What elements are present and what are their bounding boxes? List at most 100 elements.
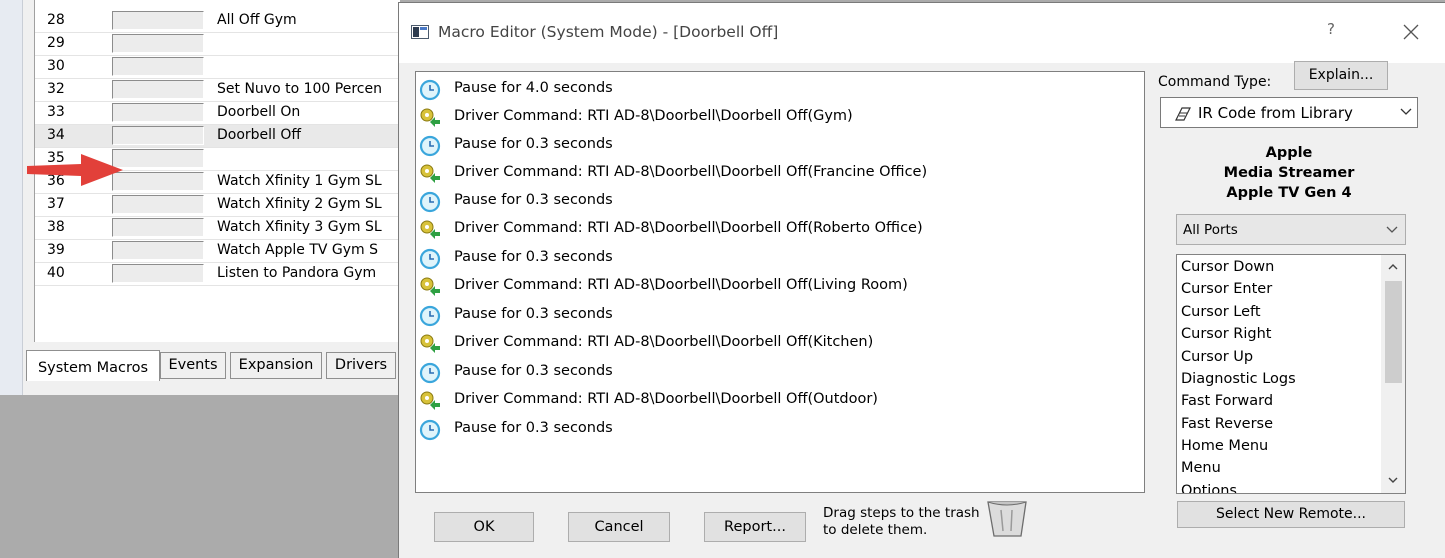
clock-icon <box>419 362 441 384</box>
macro-editor-dialog: Macro Editor (System Mode) - [Doorbell O… <box>398 2 1445 558</box>
macro-number: 40 <box>47 265 65 281</box>
chevron-down-icon <box>1386 226 1398 233</box>
clock-icon <box>419 248 441 270</box>
cancel-button[interactable]: Cancel <box>568 512 670 542</box>
macro-button-cell[interactable] <box>112 11 204 30</box>
command-item[interactable]: Cursor Down <box>1181 259 1274 275</box>
step-text: Driver Command: RTI AD-8\Doorbell\Doorbe… <box>454 391 878 407</box>
macro-row-selected[interactable]: 34 Doorbell Off <box>35 125 400 148</box>
macro-name: Watch Xfinity 3 Gym SL <box>217 219 382 235</box>
step-text: Driver Command: RTI AD-8\Doorbell\Doorbe… <box>454 277 908 293</box>
ports-value: All Ports <box>1183 222 1238 238</box>
macro-row[interactable]: 32 Set Nuvo to 100 Percen <box>35 79 400 102</box>
scrollbar-thumb[interactable] <box>1385 281 1402 383</box>
report-button[interactable]: Report... <box>704 512 806 542</box>
macro-button-cell[interactable] <box>112 126 204 145</box>
red-arrow-icon <box>27 154 123 186</box>
macro-name: All Off Gym <box>217 12 297 28</box>
command-item[interactable]: Cursor Enter <box>1181 281 1272 297</box>
step-text: Pause for 0.3 seconds <box>454 420 613 436</box>
tab-expansion[interactable]: Expansion <box>230 352 322 379</box>
command-item[interactable]: Home Menu <box>1181 438 1268 454</box>
macro-row[interactable]: 38 Watch Xfinity 3 Gym SL <box>35 217 400 240</box>
command-item[interactable]: Cursor Right <box>1181 326 1271 342</box>
driver-command-icon <box>420 108 440 127</box>
driver-command-icon <box>420 164 440 183</box>
clock-icon <box>419 305 441 327</box>
system-macros-window: 28 All Off Gym 29 30 32 Set Nuvo to 100 … <box>0 0 400 395</box>
macro-button-cell[interactable] <box>112 172 204 191</box>
macro-number: 38 <box>47 219 65 235</box>
dialog-titlebar[interactable]: Macro Editor (System Mode) - [Doorbell O… <box>399 3 1445 63</box>
device-category: Media Streamer <box>1223 165 1355 181</box>
macro-row[interactable]: 39 Watch Apple TV Gym S <box>35 240 400 263</box>
macro-button-cell[interactable] <box>112 218 204 237</box>
macro-name: Doorbell On <box>217 104 301 120</box>
chevron-down-icon <box>1400 108 1412 115</box>
clock-icon <box>419 191 441 213</box>
command-type-select[interactable]: IR Code from Library <box>1160 97 1418 128</box>
macro-number: 33 <box>47 104 65 120</box>
step-text: Pause for 0.3 seconds <box>454 192 613 208</box>
macro-number: 29 <box>47 35 65 51</box>
dialog-title: Macro Editor (System Mode) - [Doorbell O… <box>438 23 779 41</box>
driver-command-icon <box>420 220 440 239</box>
step-text: Pause for 0.3 seconds <box>454 363 613 379</box>
macro-number: 32 <box>47 81 65 97</box>
command-item[interactable]: Cursor Up <box>1181 349 1253 365</box>
macro-steps-list[interactable]: Pause for 4.0 seconds Driver Command: RT… <box>415 71 1145 493</box>
command-item[interactable]: Menu <box>1181 460 1221 476</box>
macro-row[interactable]: 40 Listen to Pandora Gym <box>35 263 400 286</box>
macro-button-cell[interactable] <box>112 241 204 260</box>
macro-name: Doorbell Off <box>217 127 302 143</box>
macro-name: Watch Xfinity 1 Gym SL <box>217 173 382 189</box>
command-item[interactable]: Fast Forward <box>1181 393 1273 409</box>
command-item[interactable]: Fast Reverse <box>1181 416 1273 432</box>
command-list-scrollbar[interactable] <box>1381 255 1405 493</box>
command-item[interactable]: Cursor Left <box>1181 304 1261 320</box>
tab-events[interactable]: Events <box>160 352 226 379</box>
ok-button[interactable]: OK <box>434 512 534 542</box>
macro-button-cell[interactable] <box>112 103 204 122</box>
macro-button-cell[interactable] <box>112 149 204 168</box>
command-type-label: Command Type: <box>1158 74 1272 90</box>
tab-system-macros[interactable]: System Macros <box>26 350 160 381</box>
macro-name: Listen to Pandora Gym <box>217 265 377 281</box>
device-info: Apple Media Streamer Apple TV Gen 4 <box>1179 143 1399 203</box>
command-list[interactable]: Cursor Down Cursor Enter Cursor Left Cur… <box>1176 254 1406 494</box>
trash-hint: Drag steps to the trash to delete them. <box>823 505 980 538</box>
trash-icon[interactable] <box>984 498 1030 540</box>
macro-button-cell[interactable] <box>112 34 204 53</box>
macro-row[interactable]: 28 All Off Gym <box>35 10 400 33</box>
macro-row[interactable]: 29 <box>35 33 400 56</box>
step-text: Driver Command: RTI AD-8\Doorbell\Doorbe… <box>454 108 853 124</box>
scroll-up-icon[interactable] <box>1387 262 1399 272</box>
command-type-value: IR Code from Library <box>1198 104 1353 122</box>
macro-button-cell[interactable] <box>112 57 204 76</box>
macro-button-cell[interactable] <box>112 195 204 214</box>
driver-command-icon <box>420 277 440 296</box>
macro-button-cell[interactable] <box>112 80 204 99</box>
macro-button-cell[interactable] <box>112 264 204 283</box>
bottom-tab-strip: System Macros Events Expansion Drivers <box>24 350 400 381</box>
macro-number: 37 <box>47 196 65 212</box>
explain-button[interactable]: Explain... <box>1294 61 1388 90</box>
step-text: Driver Command: RTI AD-8\Doorbell\Doorbe… <box>454 220 923 236</box>
macro-name: Set Nuvo to 100 Percen <box>217 81 382 97</box>
select-new-remote-button[interactable]: Select New Remote... <box>1177 501 1405 528</box>
macro-row[interactable]: 33 Doorbell On <box>35 102 400 125</box>
scroll-down-icon[interactable] <box>1387 475 1399 485</box>
command-item[interactable]: Diagnostic Logs <box>1181 371 1296 387</box>
device-model: Apple TV Gen 4 <box>1226 185 1352 201</box>
command-item[interactable]: Options <box>1181 483 1237 493</box>
ports-select[interactable]: All Ports <box>1176 214 1406 245</box>
macro-row[interactable]: 30 <box>35 56 400 79</box>
macro-row[interactable]: 37 Watch Xfinity 2 Gym SL <box>35 194 400 217</box>
tab-drivers[interactable]: Drivers <box>326 352 396 379</box>
help-button[interactable]: ? <box>1317 20 1345 44</box>
device-brand: Apple <box>1265 145 1313 161</box>
close-icon[interactable] <box>1396 17 1426 47</box>
macro-number: 30 <box>47 58 65 74</box>
window-left-edge <box>0 0 23 395</box>
step-text: Driver Command: RTI AD-8\Doorbell\Doorbe… <box>454 334 874 350</box>
